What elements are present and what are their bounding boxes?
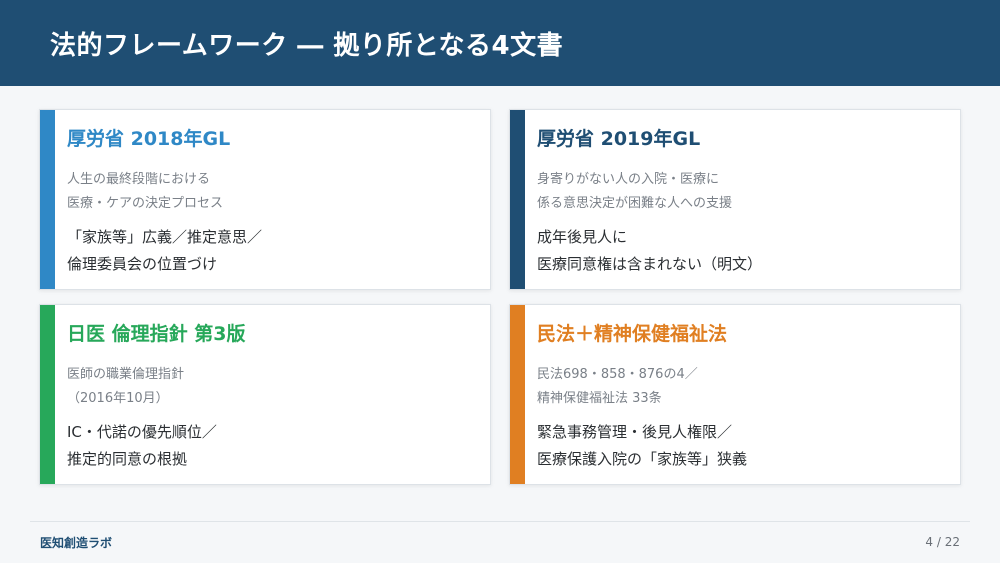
slide-header: 法的フレームワーク ― 拠り所となる4文書	[0, 0, 1000, 86]
card-accent-bar	[510, 305, 525, 484]
card-body: 成年後見人に 医療同意権は含まれない（明文）	[537, 224, 960, 278]
footer-divider	[30, 521, 970, 522]
card-mhlw-2019: 厚労省 2019年GL 身寄りがない人の入院・医療に 係る意思決定が困難な人への…	[509, 109, 961, 290]
card-mhlw-2018: 厚労省 2018年GL 人生の最終段階における 医療・ケアの決定プロセス 「家族…	[39, 109, 491, 290]
card-title: 厚労省 2018年GL	[67, 128, 231, 150]
card-subtitle: 人生の最終段階における 医療・ケアの決定プロセス	[67, 168, 490, 216]
card-jma-ethics: 日医 倫理指針 第3版 医師の職業倫理指針 （2016年10月） IC・代諾の優…	[39, 304, 491, 485]
card-subtitle-line: 民法698・858・876の4／	[537, 367, 698, 382]
card-body-line: 医療同意権は含まれない（明文）	[537, 255, 763, 273]
card-body-line: 緊急事務管理・後見人権限／	[537, 423, 733, 441]
card-body-line: 倫理委員会の位置づけ	[67, 255, 218, 273]
card-subtitle-line: 精神保健福祉法 33条	[537, 391, 662, 406]
card-title: 厚労省 2019年GL	[537, 128, 701, 150]
card-body-line: 推定的同意の根拠	[67, 450, 188, 468]
card-subtitle-line: 医療・ケアの決定プロセス	[67, 196, 224, 211]
footer-brand: 医知創造ラボ	[40, 536, 113, 550]
slide-title: 法的フレームワーク ― 拠り所となる4文書	[50, 30, 564, 61]
card-body: IC・代諾の優先順位／ 推定的同意の根拠	[67, 419, 490, 473]
card-subtitle-line: 人生の最終段階における	[67, 172, 211, 187]
card-subtitle-line: 身寄りがない人の入院・医療に	[537, 172, 720, 187]
card-subtitle: 医師の職業倫理指針 （2016年10月）	[67, 363, 490, 411]
card-body-line: IC・代諾の優先順位／	[67, 423, 217, 441]
card-accent-bar	[40, 305, 55, 484]
card-accent-bar	[40, 110, 55, 289]
card-body-line: 「家族等」広義／推定意思／	[67, 228, 263, 246]
card-title: 日医 倫理指針 第3版	[67, 323, 246, 345]
card-subtitle: 身寄りがない人の入院・医療に 係る意思決定が困難な人への支援	[537, 168, 960, 216]
card-body: 「家族等」広義／推定意思／ 倫理委員会の位置づけ	[67, 224, 490, 278]
card-civil-law: 民法＋精神保健福祉法 民法698・858・876の4／ 精神保健福祉法 33条 …	[509, 304, 961, 485]
card-subtitle-line: 係る意思決定が困難な人への支援	[537, 196, 733, 211]
card-body: 緊急事務管理・後見人権限／ 医療保護入院の「家族等」狭義	[537, 419, 960, 473]
card-accent-bar	[510, 110, 525, 289]
card-subtitle-line: （2016年10月）	[67, 391, 169, 406]
card-subtitle-line: 医師の職業倫理指針	[67, 367, 185, 382]
card-subtitle: 民法698・858・876の4／ 精神保健福祉法 33条	[537, 363, 960, 411]
card-body-line: 成年後見人に	[537, 228, 628, 246]
card-title: 民法＋精神保健福祉法	[537, 323, 728, 345]
page-number: 4 / 22	[925, 535, 960, 549]
card-body-line: 医療保護入院の「家族等」狭義	[537, 450, 748, 468]
